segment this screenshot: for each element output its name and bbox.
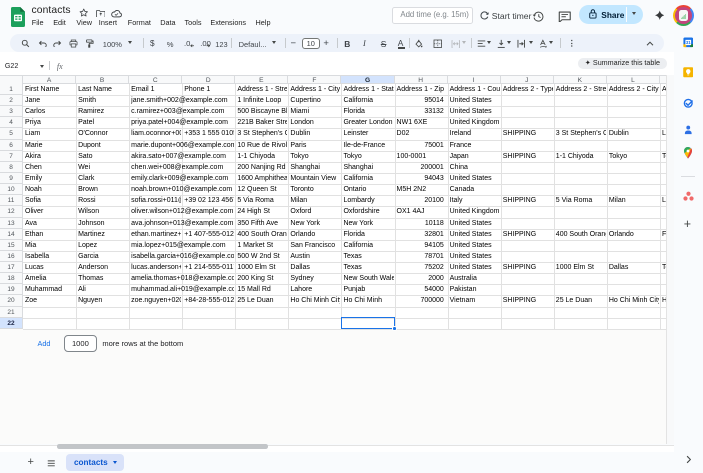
svg-text:31: 31 — [686, 40, 691, 45]
